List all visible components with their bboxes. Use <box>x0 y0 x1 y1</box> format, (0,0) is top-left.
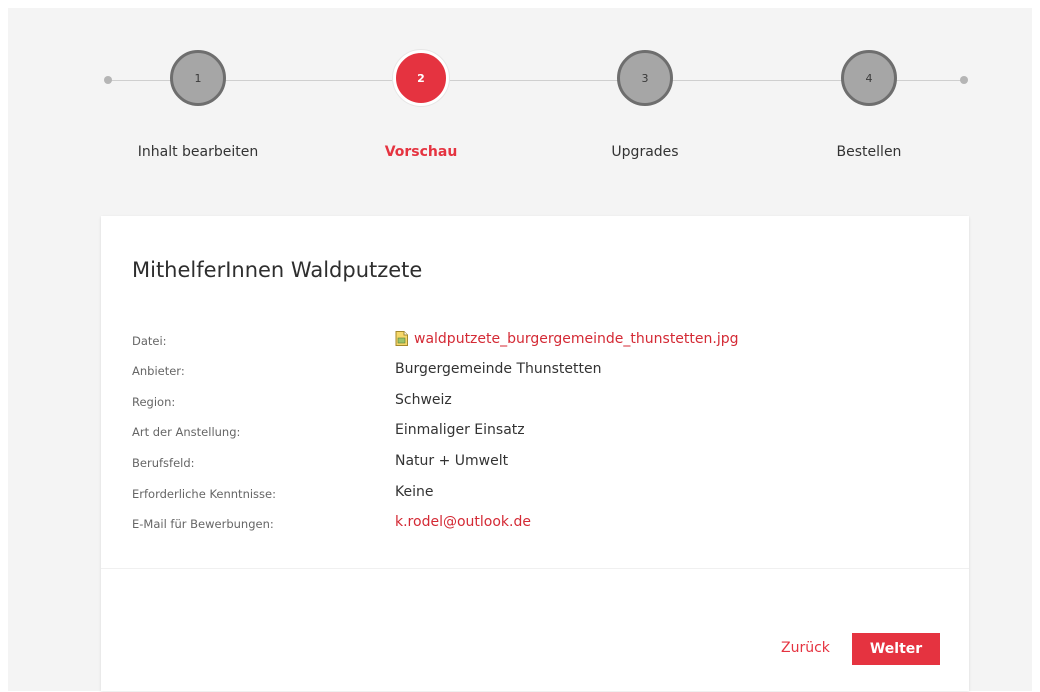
stepper-end-dot <box>960 76 968 84</box>
email-link[interactable]: k.rodel@outlook.de <box>395 514 531 530</box>
step-3-label: Upgrades <box>611 144 679 160</box>
detail-value: Einmaliger Einsatz <box>395 422 525 438</box>
step-1[interactable]: 1 Inhalt bearbeiten <box>108 50 288 160</box>
next-button[interactable]: Welter <box>852 633 940 665</box>
step-2[interactable]: 2 Vorschau <box>331 50 511 160</box>
detail-label: E-Mail für Bewerbungen: <box>132 517 274 531</box>
detail-value: Natur + Umwelt <box>395 453 509 469</box>
detail-value: Burgergemeinde Thunstetten <box>395 361 602 377</box>
detail-row-file: Datei: waldputzete_burgergemeinde_thunst… <box>132 331 932 351</box>
step-2-number: 2 <box>417 71 425 85</box>
step-4[interactable]: 4 Bestellen <box>779 50 959 160</box>
card-footer: Zurück Welter <box>101 568 969 692</box>
detail-label: Region: <box>132 395 176 409</box>
step-3[interactable]: 3 Upgrades <box>555 50 735 160</box>
detail-label: Anbieter: <box>132 364 185 378</box>
step-1-circle[interactable]: 1 <box>170 50 226 106</box>
file-link-text: waldputzete_burgergemeinde_thunstetten.j… <box>414 331 739 347</box>
image-file-icon <box>395 331 408 346</box>
step-2-label: Vorschau <box>384 144 458 160</box>
file-link[interactable]: waldputzete_burgergemeinde_thunstetten.j… <box>395 331 739 347</box>
detail-row-region: Region: Schweiz <box>132 392 932 412</box>
card-title: MithelferInnen Waldputzete <box>132 258 423 282</box>
detail-row-email: E-Mail für Bewerbungen: k.rodel@outlook.… <box>132 514 932 534</box>
detail-row-employment-type: Art der Anstellung: Einmaliger Einsatz <box>132 422 932 442</box>
detail-label: Erforderliche Kenntnisse: <box>132 487 276 501</box>
step-3-circle[interactable]: 3 <box>617 50 673 106</box>
detail-row-provider: Anbieter: Burgergemeinde Thunstetten <box>132 361 932 381</box>
back-button[interactable]: Zurück <box>781 640 830 656</box>
detail-label: Art der Anstellung: <box>132 425 241 439</box>
progress-stepper: 1 Inhalt bearbeiten 2 Vorschau 3 Upgrade… <box>0 0 1040 200</box>
step-1-number: 1 <box>194 71 202 85</box>
detail-value: Schweiz <box>395 392 452 408</box>
step-4-label: Bestellen <box>836 144 902 160</box>
detail-value: Keine <box>395 484 434 500</box>
step-4-number: 4 <box>865 71 873 85</box>
detail-label: Berufsfeld: <box>132 456 195 470</box>
step-1-label: Inhalt bearbeiten <box>137 144 259 160</box>
preview-card: MithelferInnen Waldputzete Datei: waldpu… <box>101 216 969 691</box>
preview-card-body: MithelferInnen Waldputzete Datei: waldpu… <box>101 216 969 568</box>
step-3-number: 3 <box>641 71 649 85</box>
detail-row-skills: Erforderliche Kenntnisse: Keine <box>132 484 932 504</box>
step-2-circle[interactable]: 2 <box>393 50 449 106</box>
step-4-circle[interactable]: 4 <box>841 50 897 106</box>
detail-row-field: Berufsfeld: Natur + Umwelt <box>132 453 932 473</box>
detail-label: Datei: <box>132 334 167 348</box>
